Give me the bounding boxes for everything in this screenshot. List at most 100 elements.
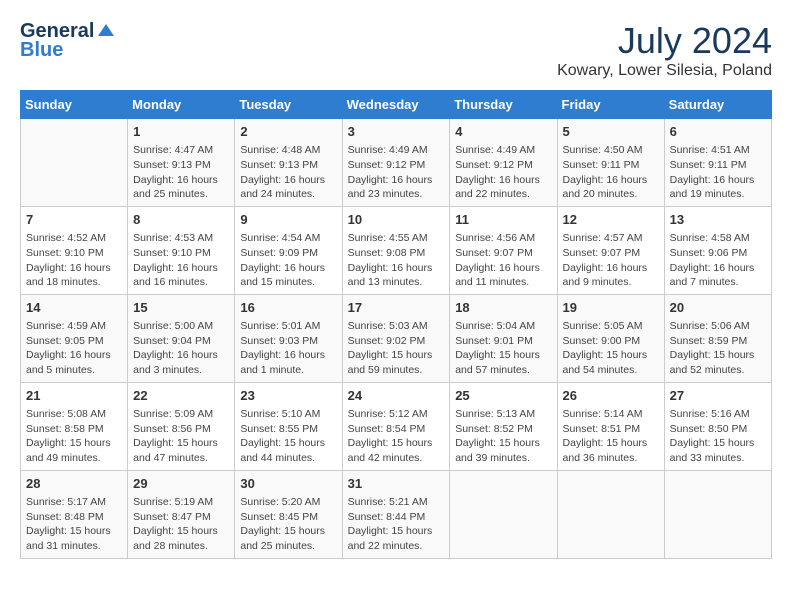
calendar-cell: 10 Sunrise: 4:55 AM Sunset: 9:08 PM Dayli… bbox=[342, 206, 450, 294]
calendar-cell: 5 Sunrise: 4:50 AM Sunset: 9:11 PM Daylig… bbox=[557, 119, 664, 207]
calendar-week-1: 1 Sunrise: 4:47 AM Sunset: 9:13 PM Daylig… bbox=[21, 119, 772, 207]
day-info: Sunrise: 5:19 AM Sunset: 8:47 PM Dayligh… bbox=[133, 496, 218, 552]
calendar-cell: 18 Sunrise: 5:04 AM Sunset: 9:01 PM Dayli… bbox=[450, 294, 557, 382]
calendar-cell: 19Sunrise: 5:05 AM Sunset: 9:00 PM Dayli… bbox=[557, 294, 664, 382]
calendar-cell: 1 Sunrise: 4:47 AM Sunset: 9:13 PM Daylig… bbox=[128, 119, 235, 207]
column-header-monday: Monday bbox=[128, 91, 235, 119]
day-info: Sunrise: 4:55 AM Sunset: 9:08 PM Dayligh… bbox=[348, 232, 433, 288]
calendar-week-2: 7Sunrise: 4:52 AM Sunset: 9:10 PM Daylig… bbox=[21, 206, 772, 294]
day-number: 10 bbox=[348, 211, 445, 229]
day-number: 3 bbox=[348, 123, 445, 141]
calendar-cell: 6 Sunrise: 4:51 AM Sunset: 9:11 PM Daylig… bbox=[664, 119, 771, 207]
day-info: Sunrise: 4:58 AM Sunset: 9:06 PM Dayligh… bbox=[670, 232, 755, 288]
calendar-cell: 22Sunrise: 5:09 AM Sunset: 8:56 PM Dayli… bbox=[128, 382, 235, 470]
day-info: Sunrise: 5:21 AM Sunset: 8:44 PM Dayligh… bbox=[348, 496, 433, 552]
calendar-header-row: SundayMondayTuesdayWednesdayThursdayFrid… bbox=[21, 91, 772, 119]
calendar-week-3: 14Sunrise: 4:59 AM Sunset: 9:05 PM Dayli… bbox=[21, 294, 772, 382]
calendar-cell: 27Sunrise: 5:16 AM Sunset: 8:50 PM Dayli… bbox=[664, 382, 771, 470]
calendar-cell: 11 Sunrise: 4:56 AM Sunset: 9:07 PM Dayli… bbox=[450, 206, 557, 294]
day-info: Sunrise: 5:06 AM Sunset: 8:59 PM Dayligh… bbox=[670, 320, 755, 376]
day-number: 14 bbox=[26, 299, 122, 317]
location-subtitle: Kowary, Lower Silesia, Poland bbox=[557, 62, 772, 80]
day-info: Sunrise: 4:49 AM Sunset: 9:12 PM Dayligh… bbox=[348, 144, 433, 200]
calendar-cell bbox=[664, 470, 771, 558]
day-number: 23 bbox=[240, 387, 336, 405]
day-info: Sunrise: 5:08 AM Sunset: 8:58 PM Dayligh… bbox=[26, 408, 111, 464]
calendar-cell: 2Sunrise: 4:48 AM Sunset: 9:13 PM Daylig… bbox=[235, 119, 342, 207]
day-number: 2 bbox=[240, 123, 336, 141]
day-info: Sunrise: 5:05 AM Sunset: 9:00 PM Dayligh… bbox=[563, 320, 648, 376]
calendar-cell: 21 Sunrise: 5:08 AM Sunset: 8:58 PM Dayli… bbox=[21, 382, 128, 470]
header: General Blue July 2024 Kowary, Lower Sil… bbox=[20, 20, 772, 80]
calendar-cell: 13 Sunrise: 4:58 AM Sunset: 9:06 PM Dayli… bbox=[664, 206, 771, 294]
logo-blue: Blue bbox=[20, 39, 63, 62]
day-info: Sunrise: 4:50 AM Sunset: 9:11 PM Dayligh… bbox=[563, 144, 648, 200]
day-number: 25 bbox=[455, 387, 551, 405]
calendar-cell: 25 Sunrise: 5:13 AM Sunset: 8:52 PM Dayli… bbox=[450, 382, 557, 470]
calendar-week-5: 28 Sunrise: 5:17 AM Sunset: 8:48 PM Dayli… bbox=[21, 470, 772, 558]
column-header-tuesday: Tuesday bbox=[235, 91, 342, 119]
calendar-cell bbox=[450, 470, 557, 558]
day-number: 30 bbox=[240, 475, 336, 493]
calendar-cell: 28 Sunrise: 5:17 AM Sunset: 8:48 PM Dayli… bbox=[21, 470, 128, 558]
day-number: 28 bbox=[26, 475, 122, 493]
day-info: Sunrise: 5:03 AM Sunset: 9:02 PM Dayligh… bbox=[348, 320, 433, 376]
day-number: 17 bbox=[348, 299, 445, 317]
calendar-table: SundayMondayTuesdayWednesdayThursdayFrid… bbox=[20, 90, 772, 559]
calendar-cell: 31 Sunrise: 5:21 AM Sunset: 8:44 PM Dayli… bbox=[342, 470, 450, 558]
calendar-cell bbox=[21, 119, 128, 207]
column-header-saturday: Saturday bbox=[664, 91, 771, 119]
day-info: Sunrise: 5:04 AM Sunset: 9:01 PM Dayligh… bbox=[455, 320, 540, 376]
day-info: Sunrise: 4:47 AM Sunset: 9:13 PM Dayligh… bbox=[133, 144, 218, 200]
day-number: 12 bbox=[563, 211, 659, 229]
day-number: 16 bbox=[240, 299, 336, 317]
title-area: July 2024 Kowary, Lower Silesia, Poland bbox=[557, 20, 772, 80]
day-number: 9 bbox=[240, 211, 336, 229]
day-number: 18 bbox=[455, 299, 551, 317]
day-number: 21 bbox=[26, 387, 122, 405]
day-info: Sunrise: 5:17 AM Sunset: 8:48 PM Dayligh… bbox=[26, 496, 111, 552]
day-number: 1 bbox=[133, 123, 229, 141]
day-number: 24 bbox=[348, 387, 445, 405]
month-year-title: July 2024 bbox=[557, 20, 772, 62]
day-info: Sunrise: 5:00 AM Sunset: 9:04 PM Dayligh… bbox=[133, 320, 218, 376]
day-info: Sunrise: 5:16 AM Sunset: 8:50 PM Dayligh… bbox=[670, 408, 755, 464]
calendar-cell: 16Sunrise: 5:01 AM Sunset: 9:03 PM Dayli… bbox=[235, 294, 342, 382]
column-header-wednesday: Wednesday bbox=[342, 91, 450, 119]
calendar-cell: 17 Sunrise: 5:03 AM Sunset: 9:02 PM Dayli… bbox=[342, 294, 450, 382]
day-number: 26 bbox=[563, 387, 659, 405]
calendar-cell: 30Sunrise: 5:20 AM Sunset: 8:45 PM Dayli… bbox=[235, 470, 342, 558]
calendar-cell: 8 Sunrise: 4:53 AM Sunset: 9:10 PM Daylig… bbox=[128, 206, 235, 294]
calendar-cell: 14Sunrise: 4:59 AM Sunset: 9:05 PM Dayli… bbox=[21, 294, 128, 382]
day-number: 15 bbox=[133, 299, 229, 317]
calendar-cell: 7Sunrise: 4:52 AM Sunset: 9:10 PM Daylig… bbox=[21, 206, 128, 294]
calendar-cell: 20 Sunrise: 5:06 AM Sunset: 8:59 PM Dayli… bbox=[664, 294, 771, 382]
day-number: 6 bbox=[670, 123, 766, 141]
logo: General Blue bbox=[20, 20, 116, 62]
calendar-cell: 24 Sunrise: 5:12 AM Sunset: 8:54 PM Dayli… bbox=[342, 382, 450, 470]
calendar-week-4: 21 Sunrise: 5:08 AM Sunset: 8:58 PM Dayli… bbox=[21, 382, 772, 470]
day-info: Sunrise: 5:14 AM Sunset: 8:51 PM Dayligh… bbox=[563, 408, 648, 464]
day-info: Sunrise: 4:51 AM Sunset: 9:11 PM Dayligh… bbox=[670, 144, 755, 200]
calendar-cell bbox=[557, 470, 664, 558]
day-info: Sunrise: 4:52 AM Sunset: 9:10 PM Dayligh… bbox=[26, 232, 111, 288]
day-number: 22 bbox=[133, 387, 229, 405]
day-number: 31 bbox=[348, 475, 445, 493]
day-info: Sunrise: 4:56 AM Sunset: 9:07 PM Dayligh… bbox=[455, 232, 540, 288]
day-info: Sunrise: 5:10 AM Sunset: 8:55 PM Dayligh… bbox=[240, 408, 325, 464]
calendar-cell: 3 Sunrise: 4:49 AM Sunset: 9:12 PM Daylig… bbox=[342, 119, 450, 207]
calendar-cell: 12Sunrise: 4:57 AM Sunset: 9:07 PM Dayli… bbox=[557, 206, 664, 294]
day-number: 8 bbox=[133, 211, 229, 229]
calendar-cell: 15 Sunrise: 5:00 AM Sunset: 9:04 PM Dayli… bbox=[128, 294, 235, 382]
day-number: 11 bbox=[455, 211, 551, 229]
day-info: Sunrise: 4:53 AM Sunset: 9:10 PM Dayligh… bbox=[133, 232, 218, 288]
day-number: 4 bbox=[455, 123, 551, 141]
day-number: 13 bbox=[670, 211, 766, 229]
day-number: 5 bbox=[563, 123, 659, 141]
column-header-thursday: Thursday bbox=[450, 91, 557, 119]
day-info: Sunrise: 5:12 AM Sunset: 8:54 PM Dayligh… bbox=[348, 408, 433, 464]
calendar-cell: 29Sunrise: 5:19 AM Sunset: 8:47 PM Dayli… bbox=[128, 470, 235, 558]
day-info: Sunrise: 5:13 AM Sunset: 8:52 PM Dayligh… bbox=[455, 408, 540, 464]
logo-icon bbox=[96, 22, 116, 42]
day-number: 20 bbox=[670, 299, 766, 317]
